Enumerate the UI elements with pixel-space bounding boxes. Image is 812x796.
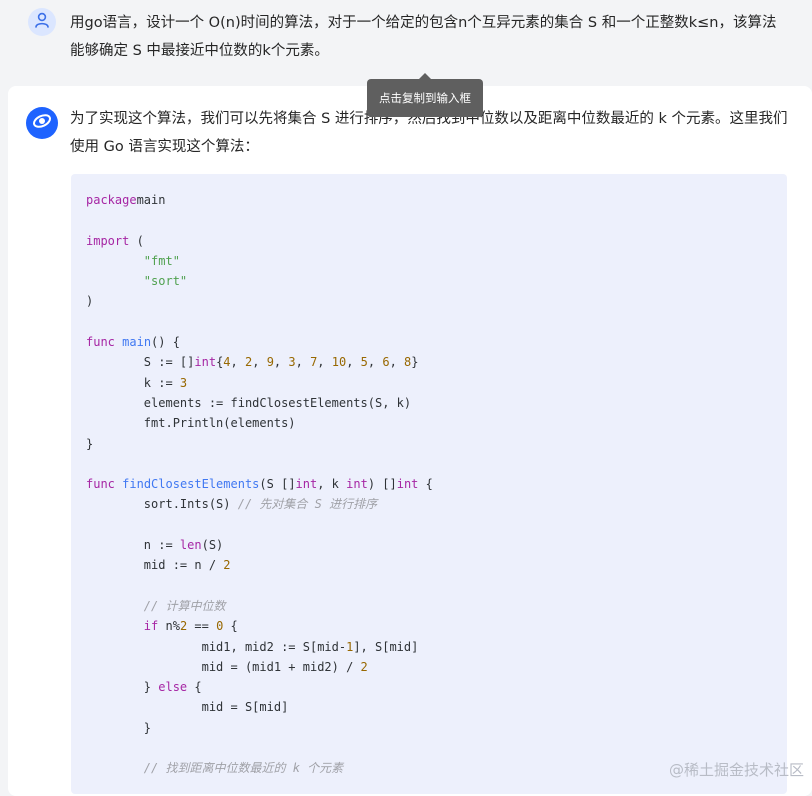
code-line: "sort" — [143, 274, 188, 289]
code-line: mid1, mid2 := S[mid-1], S[mid] — [86, 639, 419, 654]
user-message-row: 用go语言，设计一个 O(n)时间的算法，对于一个给定的包含n个互异元素的集合 … — [0, 0, 812, 86]
code-line: } else { — [86, 680, 202, 695]
code-line: fmt.Println(elements) — [86, 416, 296, 431]
code-line: S := []int{4, 2, 9, 3, 7, 10, 5, 6, 8} — [86, 355, 419, 370]
code-line: func findClosestElements(S []int, k int)… — [86, 477, 433, 492]
code-line: } — [86, 720, 152, 735]
copy-to-input-tooltip: 点击复制到输入框 — [367, 73, 483, 117]
code-line: elements := findClosestElements(S, k) — [86, 395, 412, 410]
watermark-text: @稀土掘金技术社区 — [668, 761, 804, 779]
code-line: import ( — [86, 233, 144, 248]
user-icon — [33, 11, 51, 33]
code-line: ) — [86, 294, 94, 309]
code-line: mid = S[mid] — [86, 700, 289, 715]
code-content: packagemain import ( "fmt" "sort") func … — [71, 174, 787, 794]
code-line: } — [86, 436, 94, 451]
code-line: "fmt" — [143, 253, 180, 268]
assistant-logo-icon — [31, 110, 53, 136]
code-line: sort.Ints(S) // 先对集合 S 进行排序 — [86, 497, 378, 512]
user-avatar — [28, 8, 56, 36]
code-line: mid = (mid1 + mid2) / 2 — [86, 659, 368, 674]
code-line: func main() { — [86, 335, 180, 350]
code-block[interactable]: packagemain import ( "fmt" "sort") func … — [71, 174, 787, 794]
code-line: k := 3 — [86, 375, 188, 390]
code-line: n := len(S) — [86, 538, 224, 553]
code-line: packagemain — [86, 193, 166, 207]
assistant-avatar — [26, 107, 58, 139]
user-message-text[interactable]: 用go语言，设计一个 O(n)时间的算法，对于一个给定的包含n个互异元素的集合 … — [70, 9, 788, 65]
code-line: mid := n / 2 — [86, 558, 231, 573]
code-line: // 计算中位数 — [143, 598, 226, 613]
code-line: if n%2 == 0 { — [143, 619, 238, 634]
